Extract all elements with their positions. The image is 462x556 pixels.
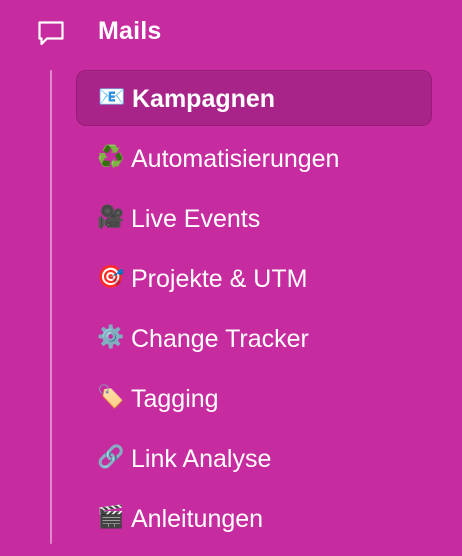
nav-item-kampagnen[interactable]: 📧 Kampagnen: [76, 70, 432, 126]
nav-item-label: Kampagnen: [132, 85, 276, 113]
nav-item-live-events[interactable]: 🎥 Live Events: [76, 191, 432, 247]
chat-bubble-icon: [38, 21, 64, 46]
tree-connector-line: [50, 70, 52, 544]
section-title: Mails: [98, 17, 162, 45]
nav-item-label: Projekte & UTM: [131, 265, 308, 293]
envelope-icon: 📧: [98, 85, 126, 110]
nav-item-label: Live Events: [131, 205, 261, 233]
nav-item-label: Tagging: [131, 385, 219, 413]
link-icon: 🔗: [97, 445, 125, 470]
label-tag-icon: 🏷️: [97, 385, 125, 410]
nav-item-label: Automatisierungen: [131, 145, 340, 173]
nav-item-tagging[interactable]: 🏷️ Tagging: [76, 371, 432, 427]
nav-item-change-tracker[interactable]: ⚙️ Change Tracker: [76, 311, 432, 367]
nav-item-anleitungen[interactable]: 🎬 Anleitungen: [76, 491, 432, 547]
nav-item-automatisierungen[interactable]: ♻️ Automatisierungen: [76, 131, 432, 187]
nav-item-label: Link Analyse: [131, 445, 272, 473]
nav-item-link-analyse[interactable]: 🔗 Link Analyse: [76, 431, 432, 487]
nav-item-label: Anleitungen: [131, 505, 264, 533]
nav-item-projekte-utm[interactable]: 🎯 Projekte & UTM: [76, 251, 432, 307]
movie-camera-icon: 🎥: [97, 205, 125, 230]
clapper-board-icon: 🎬: [97, 505, 125, 530]
nav-item-label: Change Tracker: [131, 325, 309, 353]
section-header-mails[interactable]: Mails: [0, 0, 462, 64]
recycle-icon: ♻️: [97, 145, 125, 170]
target-icon: 🎯: [97, 265, 125, 290]
gear-icon: ⚙️: [97, 325, 125, 350]
